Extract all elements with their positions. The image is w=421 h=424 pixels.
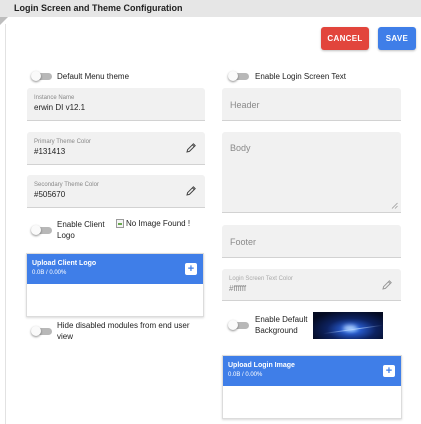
primary-theme-color-field[interactable]: Primary Theme Color #131413 [27,132,205,165]
enable-login-screen-text-label: Enable Login Screen Text [255,72,347,81]
pencil-icon[interactable] [185,142,197,154]
client-logo-image: No Image Found ! [116,219,190,228]
login-text-color-value: #ffffff [229,284,247,293]
secondary-theme-color-label: Secondary Theme Color [34,182,99,188]
secondary-theme-color-field[interactable]: Secondary Theme Color #505670 [27,175,205,208]
upload-client-logo-status: 0.0B / 0.00% [32,270,67,276]
body-placeholder: Body [230,143,251,153]
enable-default-background-label: Enable Default Background [255,314,307,336]
default-background-thumbnail [313,312,383,339]
enable-default-background-toggle[interactable] [228,320,250,330]
plus-icon[interactable]: + [383,365,395,377]
client-logo-alt-text: No Image Found ! [126,219,191,228]
upload-client-logo-title: Upload Client Logo [32,260,97,267]
secondary-theme-color-value: #505670 [34,190,66,199]
panel-left-border [5,24,6,424]
default-menu-theme-toggle[interactable] [31,71,53,81]
resize-handle-icon[interactable] [391,202,398,209]
login-text-color-field[interactable]: Login Screen Text Color #ffffff [222,269,401,301]
enable-client-logo-label: Enable Client Logo [57,219,105,241]
enable-login-screen-text-toggle[interactable] [228,71,250,81]
default-menu-theme-label: Default Menu theme [57,72,130,81]
page-title: Login Screen and Theme Configuration [14,3,183,13]
cancel-button[interactable]: CANCEL [321,27,369,50]
header-placeholder: Header [230,100,260,110]
pencil-icon[interactable] [185,185,197,197]
enable-default-bg-label-line2: Background [255,326,298,335]
body-textarea[interactable]: Body [222,132,401,213]
enable-client-logo-label-line1: Enable Client [57,220,105,229]
login-text-color-label: Login Screen Text Color [229,276,293,282]
hide-disabled-label-line1: Hide disabled modules from end user [57,321,190,330]
enable-client-logo-label-line2: Logo [57,231,75,240]
hide-disabled-modules-toggle[interactable] [31,326,53,336]
panel-header: Login Screen and Theme Configuration [0,0,421,17]
upload-client-logo-card[interactable]: Upload Client Logo 0.0B / 0.00% + [26,253,204,317]
header-text-field[interactable]: Header [222,88,401,121]
upload-login-image-title: Upload Login Image [228,362,295,369]
broken-image-icon [116,219,124,228]
upload-login-image-card[interactable]: Upload Login Image 0.0B / 0.00% + [222,355,402,419]
enable-default-bg-label-line1: Enable Default [255,315,308,324]
pencil-icon[interactable] [381,279,393,291]
hide-disabled-label-line2: view [57,332,74,341]
header-fold-decoration [0,17,8,25]
primary-theme-color-label: Primary Theme Color [34,139,91,145]
hide-disabled-modules-label: Hide disabled modules from end user view [57,320,190,342]
primary-theme-color-value: #131413 [34,147,66,156]
plus-icon[interactable]: + [185,263,197,275]
upload-login-image-header: Upload Login Image 0.0B / 0.00% + [223,356,401,386]
upload-login-image-status: 0.0B / 0.00% [228,372,263,378]
instance-name-value: erwin DI v12.1 [34,103,86,112]
instance-name-field[interactable]: Instance Name erwin DI v12.1 [27,88,205,121]
footer-text-field[interactable]: Footer [222,225,401,258]
upload-client-logo-header: Upload Client Logo 0.0B / 0.00% + [27,254,203,284]
footer-placeholder: Footer [230,237,257,247]
enable-client-logo-toggle[interactable] [31,225,53,235]
save-button[interactable]: SAVE [378,27,416,50]
instance-name-label: Instance Name [34,95,75,101]
